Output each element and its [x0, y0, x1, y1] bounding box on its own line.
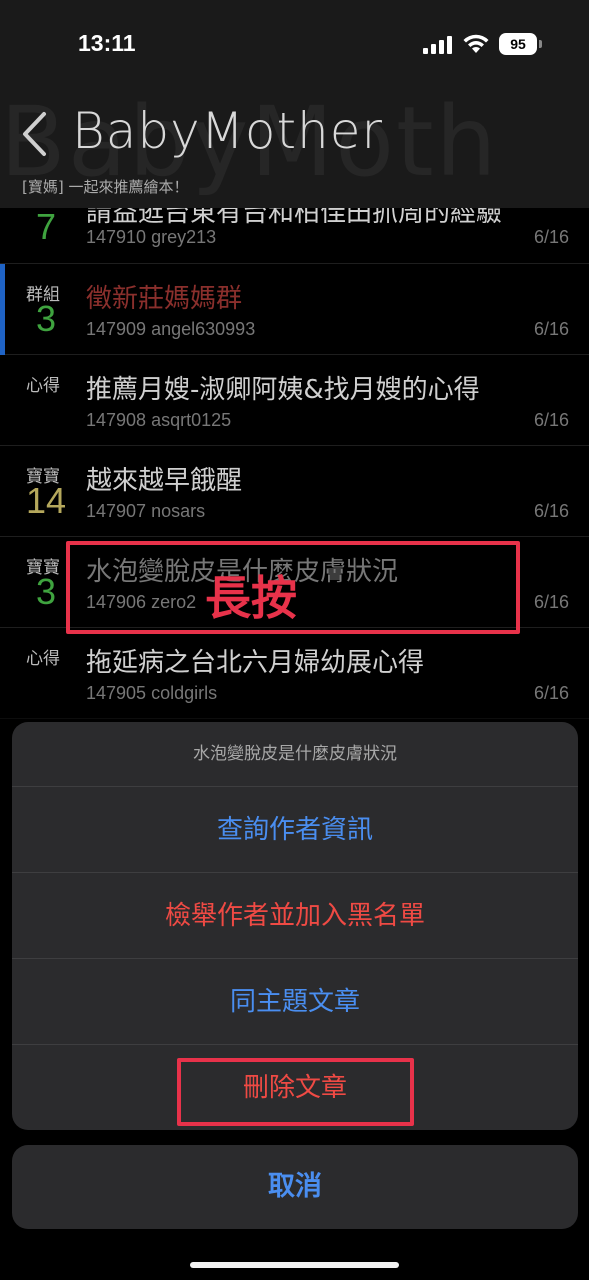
post-date: 6/16	[533, 227, 569, 247]
board-header: BabyMoth BabyMother [寶媽] 一起來推薦繪本！	[0, 90, 589, 208]
post-author: angel630993	[151, 319, 256, 339]
post-list: 7 請益逛台東有台和柏佳田抓周的經驗 147910 grey213 6/16 群…	[0, 208, 589, 719]
post-meta: 147907 nosars	[86, 501, 205, 522]
post-meta: 147910 grey213	[86, 227, 216, 248]
post-id: 147910	[86, 227, 147, 247]
post-title: 推薦月嫂-淑卿阿姨&找月嫂的心得	[86, 375, 480, 405]
board-subtitle: [寶媽] 一起來推薦繪本！	[22, 178, 189, 196]
post-title: 徵新莊媽媽群	[86, 284, 243, 314]
post-id: 147908	[86, 410, 147, 430]
post-title: 越來越早餓醒	[86, 466, 243, 496]
post-row[interactable]: 群組 3 徵新莊媽媽群 147909 angel630993 6/16	[0, 264, 589, 355]
post-author: asqrt0125	[151, 410, 232, 430]
post-row[interactable]: 心得 拖延病之台北六月婦幼展心得 147905 coldgirls 6/16	[0, 628, 589, 719]
post-id: 147907	[86, 501, 147, 521]
post-title: 請益逛台東有台和柏佳田抓周的經驗	[86, 208, 503, 228]
push-count: 3	[35, 298, 57, 339]
board-title: BabyMother	[72, 102, 384, 160]
post-date: 6/16	[533, 501, 569, 521]
post-category: 心得	[26, 649, 60, 669]
status-time: 13:11	[78, 30, 136, 56]
post-author: coldgirls	[151, 683, 218, 703]
post-title: 拖延病之台北六月婦幼展心得	[86, 648, 425, 678]
home-indicator	[190, 1262, 399, 1268]
post-date: 6/16	[533, 410, 569, 430]
post-meta: 147908 asqrt0125	[86, 410, 231, 431]
cellular-signal-icon	[423, 36, 452, 54]
post-date: 6/16	[533, 592, 569, 612]
post-row[interactable]: 7 請益逛台東有台和柏佳田抓周的經驗 147910 grey213 6/16	[0, 208, 589, 264]
post-row[interactable]: 寶寶 14 越來越早餓醒 147907 nosars 6/16	[0, 446, 589, 537]
back-chevron-icon[interactable]	[20, 110, 50, 158]
action-sheet-title: 水泡變脫皮是什麼皮膚狀況	[12, 722, 578, 787]
push-count: 14	[26, 480, 67, 521]
post-meta: 147905 coldgirls	[86, 683, 217, 704]
same-topic-button[interactable]: 同主題文章	[12, 959, 578, 1045]
post-author: nosars	[151, 501, 206, 521]
wifi-icon	[463, 34, 489, 53]
post-meta: 147909 angel630993	[86, 319, 255, 340]
push-count: 3	[35, 571, 57, 612]
author-info-button[interactable]: 查詢作者資訊	[12, 787, 578, 873]
post-category: 心得	[26, 376, 60, 396]
post-date: 6/16	[533, 319, 569, 339]
post-author: grey213	[151, 227, 217, 247]
battery-icon: 95	[499, 33, 543, 55]
report-and-block-button[interactable]: 檢舉作者並加入黑名單	[12, 873, 578, 959]
post-date: 6/16	[533, 683, 569, 703]
delete-highlight-box	[177, 1058, 414, 1126]
status-bar: 13:11 95	[0, 0, 589, 90]
post-id: 147905	[86, 683, 147, 703]
cancel-button[interactable]: 取消	[12, 1145, 578, 1229]
battery-level: 95	[499, 33, 537, 55]
post-row[interactable]: 心得 推薦月嫂-淑卿阿姨&找月嫂的心得 147908 asqrt0125 6/1…	[0, 355, 589, 446]
push-count: 7	[35, 208, 57, 247]
post-id: 147909	[86, 319, 147, 339]
long-press-label: 長按	[205, 571, 297, 625]
unread-accent-bar	[0, 264, 5, 355]
